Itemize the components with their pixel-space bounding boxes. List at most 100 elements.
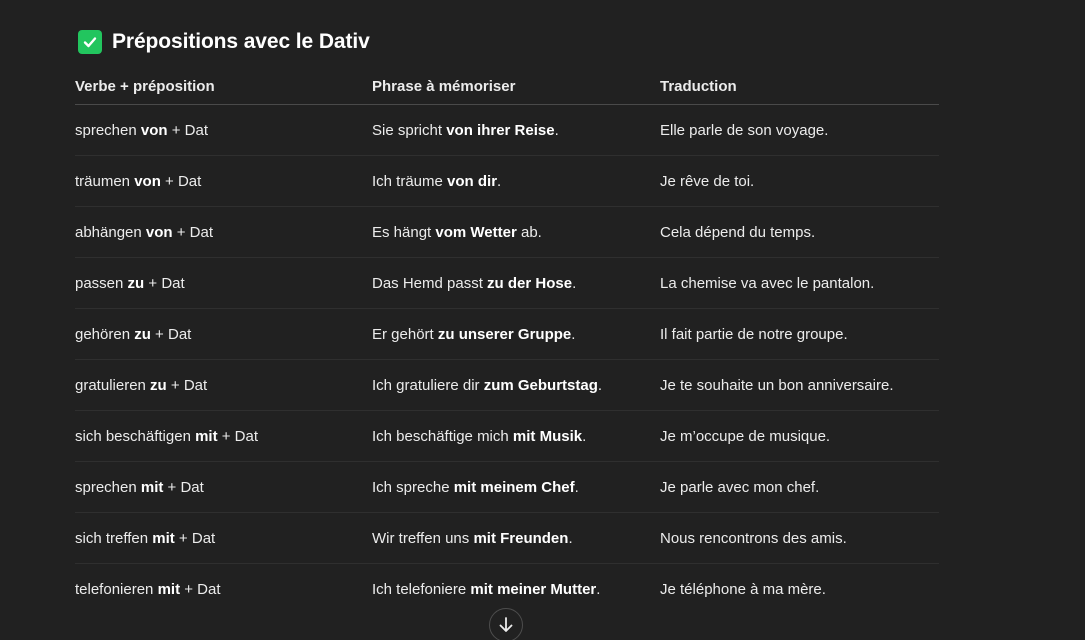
verb-cell-post: + Dat bbox=[150, 325, 192, 343]
verb-cell: sich beschäftigen mit + Dat bbox=[75, 410, 372, 462]
phrase-cell: Ich spreche mit meinem Chef. bbox=[372, 461, 660, 513]
translation-cell: Je m’occupe de musique. bbox=[660, 410, 939, 462]
verb-cell-pre: abhängen bbox=[75, 223, 146, 241]
phrase-cell: Wir treffen uns mit Freunden. bbox=[372, 512, 660, 564]
translation-cell: Je rêve de toi. bbox=[660, 155, 939, 207]
column-header-verb: Verbe + préposition bbox=[75, 68, 372, 105]
verb-cell-post: + Dat bbox=[180, 580, 221, 598]
phrase-cell-pre: Sie spricht bbox=[372, 121, 447, 139]
phrase-cell-bold: zu unserer Gruppe bbox=[437, 325, 572, 343]
verb-cell: sprechen mit + Dat bbox=[75, 461, 372, 513]
section-heading: Prépositions avec le Dativ bbox=[78, 27, 370, 57]
column-header-phrase: Phrase à mémoriser bbox=[372, 68, 660, 105]
verb-cell: abhängen von + Dat bbox=[75, 206, 372, 258]
phrase-cell-bold: mit meinem Chef bbox=[453, 478, 575, 496]
chat-page: Prépositions avec le Dativ Verbe + prépo… bbox=[0, 0, 1085, 640]
verb-cell: gratulieren zu + Dat bbox=[75, 359, 372, 411]
verb-cell-bold: mit bbox=[195, 427, 218, 445]
phrase-cell-bold: vom Wetter bbox=[435, 223, 517, 241]
table-row: passen zu + Dat Das Hemd passt zu der Hos… bbox=[75, 257, 939, 309]
phrase-cell-post: . bbox=[554, 121, 559, 139]
verb-cell-post: + Dat bbox=[174, 529, 216, 547]
phrase-cell-post: . bbox=[568, 529, 573, 547]
phrase-cell-bold: mit Musik bbox=[512, 427, 583, 445]
phrase-cell: Ich beschäftige mich mit Musik. bbox=[372, 410, 660, 462]
scroll-down-button[interactable] bbox=[489, 608, 523, 640]
verb-cell-post: + Dat bbox=[144, 274, 185, 292]
phrase-cell-pre: Das Hemd passt bbox=[372, 274, 488, 292]
translation-cell: Cela dépend du temps. bbox=[660, 206, 939, 258]
table-row: sprechen mit + Dat Ich spreche mit meinem… bbox=[75, 461, 939, 513]
table-row: sich treffen mit + Dat Wir treffen uns mi… bbox=[75, 512, 939, 564]
phrase-cell: Es hängt vom Wetter ab. bbox=[372, 206, 660, 258]
verb-cell-post: + Dat bbox=[217, 427, 259, 445]
translation-cell: Nous rencontrons des amis. bbox=[660, 512, 939, 564]
translation-cell: Il fait partie de notre groupe. bbox=[660, 308, 939, 360]
verb-cell-bold: zu bbox=[134, 325, 151, 343]
phrase-cell-bold: zum Geburtstag bbox=[483, 376, 598, 394]
phrase-cell-post: . bbox=[597, 376, 603, 394]
verb-cell: telefonieren mit + Dat bbox=[75, 564, 372, 615]
verb-cell-pre: gratulieren bbox=[75, 376, 151, 394]
verb-cell-pre: passen bbox=[75, 274, 128, 292]
verb-cell-post: + Dat bbox=[163, 478, 204, 496]
verb-cell-pre: sprechen bbox=[75, 478, 141, 496]
table-row: sprechen von + Dat Sie spricht von ihrer … bbox=[75, 104, 939, 156]
translation-cell: La chemise va avec le pantalon. bbox=[660, 257, 939, 309]
verb-cell-bold: von bbox=[134, 172, 161, 190]
phrase-cell-bold: zu der Hose bbox=[487, 274, 573, 292]
prepositions-table: Verbe + préposition Phrase à mémoriser T… bbox=[75, 68, 939, 614]
verb-cell-bold: mit bbox=[140, 478, 164, 496]
table-header-row: Verbe + préposition Phrase à mémoriser T… bbox=[75, 68, 939, 105]
phrase-cell-pre: Wir treffen uns bbox=[372, 529, 474, 547]
verb-cell-post: + Dat bbox=[172, 223, 214, 241]
verb-cell: träumen von + Dat bbox=[75, 155, 372, 207]
phrase-cell: Das Hemd passt zu der Hose. bbox=[372, 257, 660, 309]
phrase-cell-pre: Ich beschäftige mich bbox=[372, 427, 513, 445]
translation-cell: Elle parle de son voyage. bbox=[660, 104, 939, 156]
table-row: gehören zu + Dat Er gehört zu unserer Gru… bbox=[75, 308, 939, 360]
translation-cell: Je parle avec mon chef. bbox=[660, 461, 939, 513]
table-row: sich beschäftigen mit + Dat Ich beschäfti… bbox=[75, 410, 939, 462]
verb-cell-bold: zu bbox=[127, 274, 145, 292]
phrase-cell-bold: von ihrer Reise bbox=[446, 121, 555, 139]
phrase-cell-pre: Es hängt bbox=[372, 223, 436, 241]
phrase-cell-post: ab. bbox=[516, 223, 542, 241]
check-mark-icon bbox=[78, 30, 102, 54]
phrase-cell-pre: Ich telefoniere bbox=[372, 580, 471, 598]
verb-cell: sprechen von + Dat bbox=[75, 104, 372, 156]
verb-cell-post: + Dat bbox=[167, 121, 208, 139]
verb-cell-pre: gehören bbox=[75, 325, 135, 343]
phrase-cell: Sie spricht von ihrer Reise. bbox=[372, 104, 660, 156]
phrase-cell-pre: Ich gratuliere dir bbox=[372, 376, 484, 394]
verb-cell-pre: träumen bbox=[75, 172, 135, 190]
verb-cell: sich treffen mit + Dat bbox=[75, 512, 372, 564]
translation-cell: Je téléphone à ma mère. bbox=[660, 580, 826, 598]
phrase-cell-bold: von dir bbox=[447, 172, 498, 190]
phrase-cell-pre: Er gehört bbox=[372, 325, 438, 343]
verb-cell-bold: von bbox=[145, 223, 173, 241]
phrase-cell-post: . bbox=[574, 478, 579, 496]
table-body: sprechen von + Dat Sie spricht von ihrer … bbox=[75, 104, 939, 615]
verb-cell: gehören zu + Dat bbox=[75, 308, 372, 360]
phrase-cell: Ich telefoniere mit meiner Mutter. bbox=[372, 564, 660, 615]
table-row: abhängen von + Dat Es hängt vom Wetter ab… bbox=[75, 206, 939, 258]
verb-cell-pre: sprechen bbox=[75, 121, 141, 139]
phrase-cell: Ich gratuliere dir zum Geburtstag. bbox=[372, 359, 660, 411]
phrase-cell-post: . bbox=[572, 274, 577, 292]
phrase-cell-bold: mit meiner Mutter bbox=[470, 580, 597, 598]
phrase-cell-bold: mit Freunden bbox=[473, 529, 569, 547]
table-row: träumen von + Dat Ich träume von dir. Je r… bbox=[75, 155, 939, 207]
phrase-cell-pre: Ich spreche bbox=[372, 478, 454, 496]
verb-cell-bold: zu bbox=[150, 376, 167, 394]
verb-cell-post: + Dat bbox=[166, 376, 208, 394]
translation-cell: Je te souhaite un bon anniversaire. bbox=[660, 359, 939, 411]
phrase-cell-pre: Ich träume bbox=[372, 172, 448, 190]
verb-cell-post: + Dat bbox=[160, 172, 202, 190]
phrase-cell: Ich träume von dir. bbox=[372, 155, 660, 207]
verb-cell-bold: mit bbox=[152, 529, 175, 547]
arrow-down-icon bbox=[499, 617, 513, 632]
column-header-translation: Traduction bbox=[660, 68, 939, 105]
verb-cell-pre: sich beschäftigen bbox=[75, 427, 196, 445]
verb-cell: passen zu + Dat bbox=[75, 257, 372, 309]
